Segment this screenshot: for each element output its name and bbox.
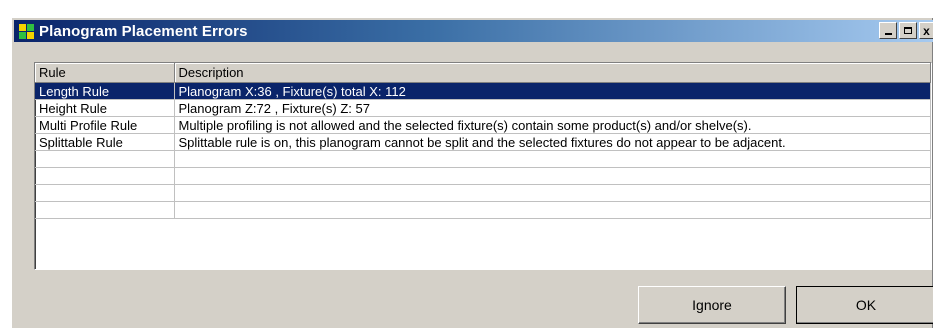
description-cell	[174, 184, 931, 202]
maximize-button[interactable]	[899, 22, 917, 39]
description-cell	[174, 167, 931, 185]
table-row[interactable]	[35, 201, 931, 219]
description-cell: Multiple profiling is not allowed and th…	[174, 116, 931, 134]
maximize-icon	[904, 27, 912, 34]
table-row[interactable]: Height Rule Planogram Z:72 , Fixture(s) Z…	[35, 99, 931, 117]
rule-cell	[35, 201, 175, 219]
close-button[interactable]: x	[919, 22, 933, 39]
table-row[interactable]	[35, 167, 931, 185]
rule-cell: Multi Profile Rule	[35, 116, 175, 134]
window-title: Planogram Placement Errors	[39, 22, 248, 40]
table-row[interactable]: Multi Profile Rule Multiple profiling is …	[35, 116, 931, 134]
rule-cell	[35, 167, 175, 185]
title-bar[interactable]: Planogram Placement Errors x	[14, 20, 933, 42]
app-grid-icon	[19, 23, 34, 39]
table-row[interactable]: Splittable Rule Splittable rule is on, th…	[35, 133, 931, 151]
ignore-button[interactable]: Ignore	[638, 286, 786, 324]
errors-table: Rule Description Length Rule Planogram X:…	[35, 63, 931, 219]
ok-button[interactable]: OK	[796, 286, 933, 324]
table-row[interactable]	[35, 184, 931, 202]
rule-cell: Height Rule	[35, 99, 175, 117]
minimize-button[interactable]	[879, 22, 897, 39]
table-row[interactable]: Length Rule Planogram X:36 , Fixture(s) t…	[35, 82, 931, 100]
description-cell	[174, 150, 931, 168]
description-cell: Planogram X:36 , Fixture(s) total X: 112	[174, 82, 931, 100]
header-row: Rule Description	[35, 63, 931, 83]
column-header-rule[interactable]: Rule	[35, 63, 175, 83]
dialog-window: Planogram Placement Errors x Rule Descri…	[10, 16, 933, 328]
rule-cell	[35, 150, 175, 168]
close-icon: x	[923, 23, 930, 38]
minimize-icon	[884, 33, 892, 35]
errors-grid[interactable]: Rule Description Length Rule Planogram X:…	[34, 62, 932, 270]
rule-cell: Splittable Rule	[35, 133, 175, 151]
caption-buttons: x	[879, 22, 933, 39]
description-cell: Splittable rule is on, this planogram ca…	[174, 133, 931, 151]
column-header-description[interactable]: Description	[174, 63, 931, 83]
rule-cell: Length Rule	[35, 82, 175, 100]
table-row[interactable]	[35, 150, 931, 168]
description-cell	[174, 201, 931, 219]
description-cell: Planogram Z:72 , Fixture(s) Z: 57	[174, 99, 931, 117]
rule-cell	[35, 184, 175, 202]
